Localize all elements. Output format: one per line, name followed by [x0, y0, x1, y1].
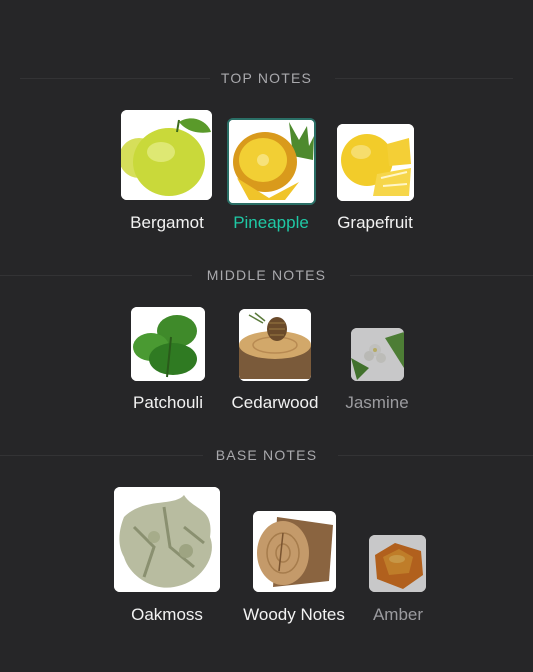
note-label: Cedarwood [231, 393, 319, 412]
note-label: Pineapple [233, 213, 309, 232]
section-header-middle-notes: MIDDLE NOTES [0, 265, 533, 285]
bergamot-icon [121, 110, 212, 200]
note-label: Patchouli [133, 393, 203, 412]
pineapple-icon [227, 118, 316, 205]
oakmoss-icon [114, 487, 220, 592]
section-header-base-notes: BASE NOTES [0, 445, 533, 465]
section-header-top-notes: TOP NOTES [0, 68, 533, 88]
section-title: MIDDLE NOTES [206, 267, 327, 283]
note-label: Bergamot [130, 213, 204, 232]
section-title: BASE NOTES [215, 447, 318, 463]
section-title: TOP NOTES [220, 70, 313, 86]
note-label: Jasmine [345, 393, 409, 412]
woody-notes-icon [253, 511, 336, 592]
jasmine-icon [351, 328, 404, 381]
note-label: Grapefruit [337, 213, 413, 232]
grapefruit-icon [337, 124, 414, 201]
patchouli-icon [131, 307, 205, 381]
note-label: Amber [372, 605, 424, 624]
note-label: Woody Notes [243, 605, 345, 624]
amber-icon [369, 535, 426, 592]
cedarwood-icon [239, 309, 311, 381]
note-label: Oakmoss [131, 605, 203, 624]
